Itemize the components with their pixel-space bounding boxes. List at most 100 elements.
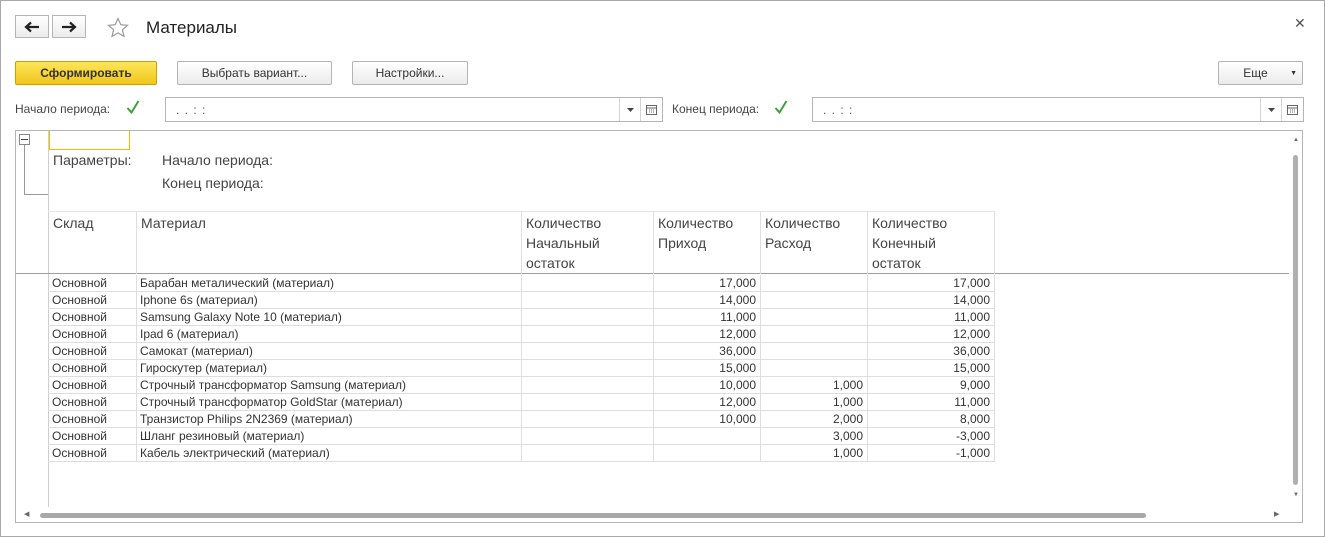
table-cell-end[interactable]: 9,000 xyxy=(871,377,990,394)
generate-button[interactable]: Сформировать xyxy=(15,61,157,85)
table-cell-warehouse[interactable]: Основной xyxy=(52,428,132,445)
table-cell-material[interactable]: Samsung Galaxy Note 10 (материал) xyxy=(140,309,517,326)
column-divider xyxy=(760,275,761,462)
table-cell-material[interactable]: Строчный трансформатор GoldStar (материа… xyxy=(140,394,517,411)
table-cell-end[interactable]: -1,000 xyxy=(871,445,990,462)
table-cell-end[interactable]: 12,000 xyxy=(871,326,990,343)
calendar-icon[interactable] xyxy=(640,98,662,121)
table-cell-out[interactable]: 1,000 xyxy=(764,445,863,462)
table-cell-material[interactable]: Самокат (материал) xyxy=(140,343,517,360)
table-cell-out[interactable] xyxy=(764,360,863,377)
table-cell-material[interactable]: Барабан металический (материал) xyxy=(140,275,517,292)
column-header: Количество xyxy=(658,215,734,231)
table-cell-end[interactable]: 15,000 xyxy=(871,360,990,377)
collapse-group-icon[interactable] xyxy=(19,134,30,145)
report-spreadsheet: Параметры: Начало периода: Конец периода… xyxy=(15,130,1303,523)
end-period-checkbox[interactable] xyxy=(774,99,788,115)
table-cell-material[interactable]: Iphone 6s (материал) xyxy=(140,292,517,309)
table-cell-start[interactable] xyxy=(525,360,649,377)
table-cell-warehouse[interactable]: Основной xyxy=(52,326,132,343)
table-cell-warehouse[interactable]: Основной xyxy=(52,275,132,292)
table-cell-material[interactable]: Гироскутер (материал) xyxy=(140,360,517,377)
table-cell-warehouse[interactable]: Основной xyxy=(52,445,132,462)
dropdown-arrow-icon[interactable] xyxy=(1260,98,1281,121)
table-cell-out[interactable] xyxy=(764,326,863,343)
table-cell-end[interactable]: 11,000 xyxy=(871,309,990,326)
table-cell-in[interactable]: 17,000 xyxy=(657,275,756,292)
table-cell-in[interactable]: 11,000 xyxy=(657,309,756,326)
table-cell-out[interactable] xyxy=(764,343,863,360)
scroll-up-icon[interactable]: ▲ xyxy=(1293,137,1299,143)
table-cell-start[interactable] xyxy=(525,377,649,394)
dropdown-arrow-icon[interactable] xyxy=(619,98,640,121)
vertical-scrollbar[interactable]: ▲ ▼ xyxy=(1289,131,1302,522)
table-cell-start[interactable] xyxy=(525,326,649,343)
column-header: Количество xyxy=(526,215,602,231)
table-cell-in[interactable]: 12,000 xyxy=(657,394,756,411)
select-variant-button[interactable]: Выбрать вариант... xyxy=(177,61,332,85)
table-cell-start[interactable] xyxy=(525,445,649,462)
table-cell-end[interactable]: -3,000 xyxy=(871,428,990,445)
arrow-left-icon xyxy=(24,21,39,32)
end-period-label: Конец периода: xyxy=(672,102,760,116)
table-cell-in[interactable] xyxy=(657,445,756,462)
active-cell[interactable] xyxy=(49,131,130,150)
scroll-down-icon[interactable]: ▼ xyxy=(1293,492,1299,498)
table-cell-material[interactable]: Шланг резиновый (материал) xyxy=(140,428,517,445)
calendar-icon[interactable] xyxy=(1281,98,1303,121)
favorite-star-icon[interactable] xyxy=(106,16,130,40)
scroll-left-icon[interactable]: ◀ xyxy=(24,510,29,518)
table-cell-start[interactable] xyxy=(525,394,649,411)
horizontal-scroll-thumb[interactable] xyxy=(40,513,1146,518)
table-cell-out[interactable]: 3,000 xyxy=(764,428,863,445)
table-cell-material[interactable]: Кабель электрический (материал) xyxy=(140,445,517,462)
table-cell-out[interactable]: 1,000 xyxy=(764,394,863,411)
table-cell-start[interactable] xyxy=(525,275,649,292)
table-cell-warehouse[interactable]: Основной xyxy=(52,292,132,309)
table-cell-in[interactable]: 10,000 xyxy=(657,377,756,394)
table-cell-warehouse[interactable]: Основной xyxy=(52,309,132,326)
table-cell-in[interactable]: 10,000 xyxy=(657,411,756,428)
table-cell-end[interactable]: 17,000 xyxy=(871,275,990,292)
table-cell-out[interactable]: 1,000 xyxy=(764,377,863,394)
table-cell-warehouse[interactable]: Основной xyxy=(52,394,132,411)
table-cell-warehouse[interactable]: Основной xyxy=(52,343,132,360)
table-cell-out[interactable]: 2,000 xyxy=(764,411,863,428)
table-cell-in[interactable]: 14,000 xyxy=(657,292,756,309)
table-cell-start[interactable] xyxy=(525,292,649,309)
table-cell-out[interactable] xyxy=(764,309,863,326)
table-cell-material[interactable]: Ipad 6 (материал) xyxy=(140,326,517,343)
table-cell-out[interactable] xyxy=(764,275,863,292)
table-cell-end[interactable]: 8,000 xyxy=(871,411,990,428)
column-divider xyxy=(136,275,137,462)
column-header: Материал xyxy=(141,215,206,231)
scroll-right-icon[interactable]: ▶ xyxy=(1274,510,1279,518)
table-cell-warehouse[interactable]: Основной xyxy=(52,360,132,377)
back-button[interactable] xyxy=(15,15,49,38)
start-period-checkbox[interactable] xyxy=(126,99,140,115)
close-icon[interactable]: ✕ xyxy=(1294,15,1306,32)
horizontal-scrollbar[interactable]: ◀ ▶ xyxy=(16,507,1289,522)
table-cell-start[interactable] xyxy=(525,428,649,445)
table-cell-warehouse[interactable]: Основной xyxy=(52,411,132,428)
table-cell-material[interactable]: Строчный трансформатор Samsung (материал… xyxy=(140,377,517,394)
table-cell-in[interactable]: 12,000 xyxy=(657,326,756,343)
vertical-scroll-thumb[interactable] xyxy=(1293,155,1298,485)
table-cell-in[interactable] xyxy=(657,428,756,445)
table-cell-in[interactable]: 36,000 xyxy=(657,343,756,360)
start-period-field[interactable]: . . : : xyxy=(165,97,663,122)
forward-button[interactable] xyxy=(52,15,86,38)
table-cell-end[interactable]: 14,000 xyxy=(871,292,990,309)
end-period-field[interactable]: . . : : xyxy=(812,97,1304,122)
table-cell-warehouse[interactable]: Основной xyxy=(52,377,132,394)
table-cell-end[interactable]: 11,000 xyxy=(871,394,990,411)
table-cell-end[interactable]: 36,000 xyxy=(871,343,990,360)
table-cell-start[interactable] xyxy=(525,411,649,428)
table-cell-out[interactable] xyxy=(764,292,863,309)
table-cell-in[interactable]: 15,000 xyxy=(657,360,756,377)
table-cell-start[interactable] xyxy=(525,309,649,326)
settings-button[interactable]: Настройки... xyxy=(352,61,468,85)
table-cell-start[interactable] xyxy=(525,343,649,360)
table-cell-material[interactable]: Транзистор Philips 2N2369 (материал) xyxy=(140,411,517,428)
more-button[interactable]: Еще ▼ xyxy=(1218,61,1303,85)
